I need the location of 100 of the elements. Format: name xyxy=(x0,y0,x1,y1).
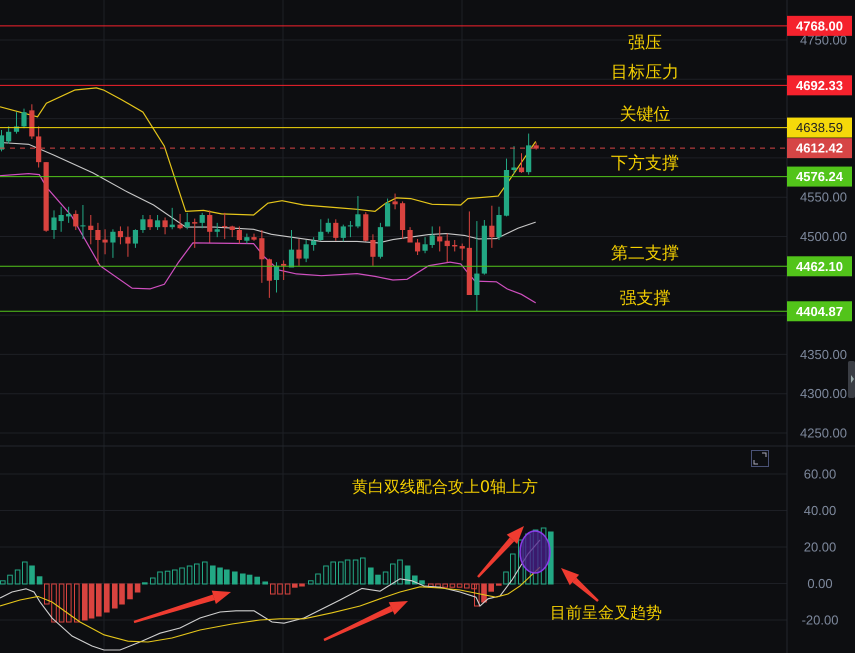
histogram-bar xyxy=(164,570,170,584)
candlestick xyxy=(414,238,420,256)
candlestick xyxy=(14,112,20,134)
candlestick xyxy=(73,210,78,230)
axis-label: 40.00 xyxy=(804,503,836,518)
level-annotation: 下方支撑 xyxy=(611,154,679,174)
histogram-bar xyxy=(262,582,268,584)
candlestick xyxy=(318,218,324,242)
level-annotation: 强压 xyxy=(628,33,662,53)
price-tag: 4692.33 xyxy=(787,75,852,96)
candlestick xyxy=(452,240,458,252)
histogram-bar xyxy=(360,558,366,584)
candlestick xyxy=(496,206,502,240)
candlestick xyxy=(162,217,168,235)
candlestick xyxy=(274,262,280,293)
histogram-bar xyxy=(104,584,110,612)
candlestick xyxy=(482,220,487,276)
histogram-bar xyxy=(36,576,42,584)
axis-label: 4550.00 xyxy=(800,190,847,205)
axis-label: 4250.00 xyxy=(800,426,847,440)
candlestick xyxy=(444,233,450,263)
histogram-bar xyxy=(96,584,102,616)
candlestick xyxy=(363,212,368,242)
candlestick xyxy=(460,243,465,261)
axis-label: 4500.00 xyxy=(800,229,847,244)
candlestick xyxy=(489,205,494,248)
candlestick xyxy=(6,126,12,144)
candlestick xyxy=(526,133,532,176)
highlight-ellipse xyxy=(519,530,551,574)
candlestick xyxy=(21,108,27,129)
candlestick xyxy=(44,162,49,232)
candlestick xyxy=(259,230,264,284)
histogram-bar xyxy=(202,562,208,584)
histogram-bar xyxy=(186,566,192,584)
histogram-bar xyxy=(404,566,410,584)
candlestick xyxy=(29,104,34,140)
level-annotation: 第二支撑 xyxy=(611,243,679,264)
histogram-bar xyxy=(254,576,260,584)
candlestick xyxy=(222,212,228,240)
candlestick xyxy=(251,233,257,242)
axis-label: -20.00 xyxy=(802,612,838,628)
candlestick xyxy=(422,236,428,254)
chart-note: 目前呈金叉趋势 xyxy=(550,603,662,622)
candlestick xyxy=(184,212,190,230)
candlestick xyxy=(58,206,64,232)
candlestick xyxy=(154,214,160,230)
candlestick xyxy=(511,146,517,174)
candlestick xyxy=(340,224,346,242)
price-tag: 4404.87 xyxy=(787,301,852,322)
candlestick xyxy=(392,193,398,210)
candlestick xyxy=(132,228,138,248)
candlestick xyxy=(266,258,272,298)
histogram-bar xyxy=(127,584,133,600)
candlestick xyxy=(430,226,435,248)
candlestick xyxy=(355,196,361,229)
candlestick xyxy=(518,152,524,174)
candlestick xyxy=(244,233,250,244)
axis-label: 0.00 xyxy=(807,576,833,591)
histogram-bar xyxy=(142,582,148,584)
price-tag: 4462.10 xyxy=(787,256,852,276)
histogram-bar xyxy=(58,584,64,622)
candlestick xyxy=(311,236,316,252)
candlestick xyxy=(36,126,42,168)
histogram-bar xyxy=(284,584,290,594)
histogram-bar xyxy=(74,584,80,622)
histogram-bar xyxy=(66,584,72,622)
candlestick xyxy=(170,207,175,230)
arrow xyxy=(561,568,599,602)
candlestick xyxy=(370,234,376,266)
histogram-bar xyxy=(382,572,388,584)
candlestick xyxy=(200,212,205,229)
level-annotation: 关键位 xyxy=(620,104,670,125)
price-tag: 4576.24 xyxy=(787,166,852,187)
candlestick xyxy=(437,226,442,252)
candlestick xyxy=(348,220,354,238)
price-tag: 4768.00 xyxy=(787,16,852,36)
histogram-bar xyxy=(232,572,238,584)
expand-icon[interactable] xyxy=(751,450,769,467)
candlestick xyxy=(296,238,302,266)
collapse-handle[interactable] xyxy=(848,361,855,398)
chart-note: 黄白双线配合攻上0轴上方 xyxy=(352,477,538,496)
candlestick xyxy=(333,218,338,242)
candlestick xyxy=(0,130,4,152)
price-tag: 4638.59 xyxy=(787,118,852,138)
candlestick xyxy=(110,228,116,258)
level-annotation: 目标压力 xyxy=(611,62,679,82)
level-annotation: 强支撑 xyxy=(620,288,670,308)
histogram-bar xyxy=(134,584,140,592)
histogram-bar xyxy=(352,560,358,584)
candlestick xyxy=(207,210,212,243)
candlestick xyxy=(80,204,86,240)
candlestick xyxy=(177,213,183,230)
candlestick xyxy=(230,225,235,238)
histogram-bar xyxy=(194,564,200,584)
candlestick xyxy=(51,210,57,240)
candlestick xyxy=(192,218,198,248)
candlestick xyxy=(504,158,510,217)
axis-label: 4300.00 xyxy=(800,386,847,402)
candlestick xyxy=(400,200,406,240)
histogram-bar xyxy=(14,570,20,584)
